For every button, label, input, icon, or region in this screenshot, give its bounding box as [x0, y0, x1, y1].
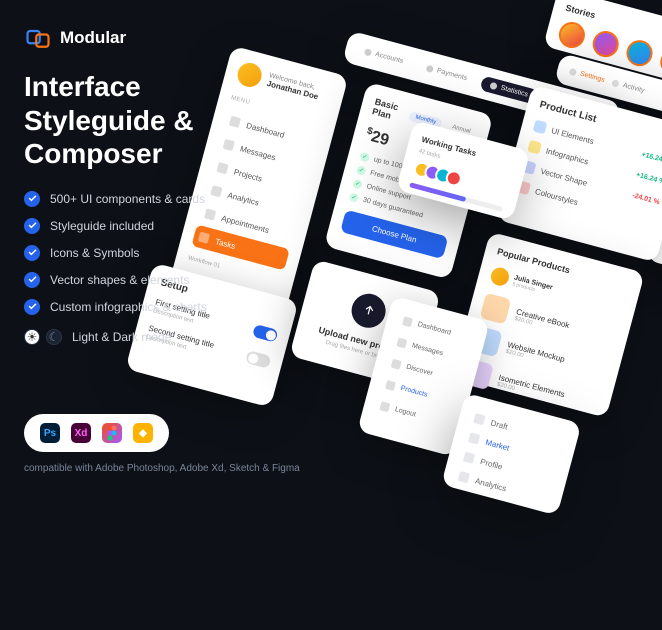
feature-item: Custom infographics & charts — [24, 299, 284, 315]
feature-item: Styleguide included — [24, 218, 284, 234]
tool-accounts: Accounts — [354, 41, 414, 70]
story-avatar — [657, 46, 662, 78]
check-icon: ✓ — [352, 179, 363, 190]
analytics-icon — [458, 471, 470, 483]
check-icon — [24, 191, 40, 207]
sun-icon: ☀ — [24, 329, 40, 345]
activity-icon — [611, 79, 620, 88]
chart-icon — [489, 81, 498, 90]
toggle-switch — [245, 350, 272, 369]
check-icon — [24, 272, 40, 288]
feature-item: Vector shapes & elements — [24, 272, 284, 288]
brand-logo: Modular — [24, 24, 284, 52]
tab-settings: Settings — [569, 67, 606, 83]
compass-icon — [391, 359, 402, 370]
gear-icon — [569, 67, 578, 76]
tab-activity: Activity — [611, 79, 645, 94]
feature-item: 500+ UI components & cards — [24, 191, 284, 207]
plan-title: Basic Plan — [371, 97, 412, 126]
check-icon: ✓ — [356, 165, 367, 176]
user-icon — [364, 48, 373, 57]
mode-row: ☀ ☾ Light & Dark mode — [24, 329, 284, 345]
logo-mark-icon — [24, 24, 52, 52]
moon-icon: ☾ — [46, 329, 62, 345]
swatch-icon — [527, 140, 542, 155]
check-icon: ✓ — [348, 192, 359, 203]
tool-payments: Payments — [416, 58, 478, 88]
chat-icon — [396, 338, 407, 349]
check-icon — [24, 245, 40, 261]
brand-name: Modular — [60, 28, 126, 48]
dropdown-card: Draft Market Profile Analytics — [441, 393, 581, 516]
check-icon: ✓ — [359, 152, 370, 163]
feature-list: 500+ UI components & cards Styleguide in… — [24, 191, 284, 315]
page-headline: Interface Styleguide & Composer — [24, 70, 284, 171]
swatch-icon — [533, 120, 548, 135]
figma-icon — [102, 423, 122, 443]
logout-icon — [379, 401, 390, 412]
profile-icon — [463, 452, 475, 464]
draft-icon — [473, 413, 485, 425]
avatar — [489, 266, 511, 288]
thumb-icon — [480, 293, 512, 325]
bag-icon — [385, 380, 396, 391]
market-icon — [468, 432, 480, 444]
story-avatar — [556, 19, 588, 51]
feature-item: Icons & Symbols — [24, 245, 284, 261]
check-icon — [24, 299, 40, 315]
xd-icon: Xd — [71, 423, 91, 443]
story-avatar — [624, 37, 656, 69]
card-icon — [425, 64, 434, 73]
check-icon — [24, 218, 40, 234]
grid-icon — [402, 316, 413, 327]
story-avatar — [590, 28, 622, 60]
upload-icon — [348, 290, 390, 332]
photoshop-icon: Ps — [40, 423, 60, 443]
mode-label: Light & Dark mode — [72, 330, 171, 344]
